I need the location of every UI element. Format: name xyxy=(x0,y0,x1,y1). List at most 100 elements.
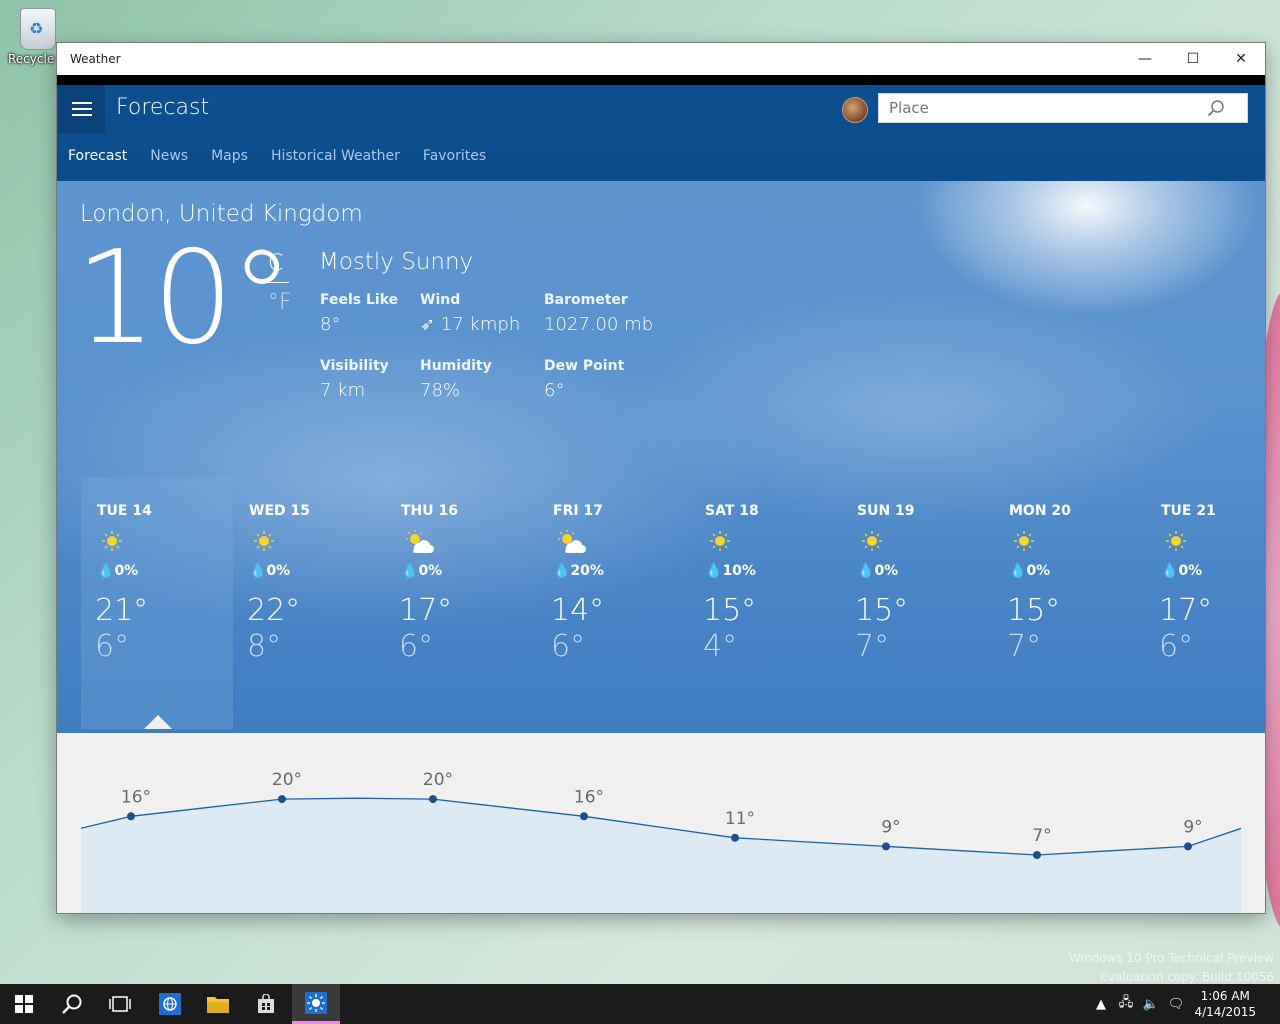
start-button[interactable] xyxy=(0,984,48,1024)
tab-news[interactable]: News xyxy=(150,148,188,164)
windows-logo-icon xyxy=(15,995,33,1013)
high-temperature: 15° xyxy=(1007,593,1061,628)
hourly-point[interactable] xyxy=(882,842,890,851)
weather-window: Weather — ☐ ✕ Forecast Forecast News Map… xyxy=(57,43,1265,913)
taskbar-clock[interactable]: 1:06 AM 4/14/2015 xyxy=(1194,988,1256,1020)
rain-value: 0% xyxy=(874,563,899,579)
high-temperature: 15° xyxy=(703,593,757,628)
precipitation-chance: 💧0% xyxy=(1009,563,1050,579)
tab-historical-weather[interactable]: Historical Weather xyxy=(271,148,400,164)
raindrop-icon: 💧 xyxy=(249,563,267,579)
hourly-point[interactable] xyxy=(429,795,437,804)
low-temperature: 6° xyxy=(551,629,586,664)
search-input[interactable] xyxy=(879,94,1199,122)
raindrop-icon: 💧 xyxy=(97,563,115,579)
search-icon[interactable] xyxy=(1207,99,1225,117)
user-avatar[interactable] xyxy=(842,97,868,123)
hourly-label: 20° xyxy=(423,770,453,790)
weather-taskbar-button[interactable] xyxy=(292,984,340,1024)
system-tray: ▲ 🖧 🔈 🗨 1:06 AM 4/14/2015 xyxy=(1088,984,1280,1024)
detail-label: Dew Point xyxy=(544,358,625,374)
volume-icon[interactable]: 🔈 xyxy=(1138,997,1163,1012)
raindrop-icon: 💧 xyxy=(401,563,419,579)
hourly-point[interactable] xyxy=(1184,842,1192,851)
folder-icon xyxy=(207,997,229,1013)
maximize-button[interactable]: ☐ xyxy=(1169,43,1217,75)
hourly-point[interactable] xyxy=(278,795,286,804)
store-button[interactable] xyxy=(242,984,290,1024)
title-bar[interactable]: Weather — ☐ ✕ xyxy=(57,43,1265,75)
celsius-toggle[interactable]: C xyxy=(268,251,283,276)
tab-maps[interactable]: Maps xyxy=(211,148,248,164)
network-icon[interactable]: 🖧 xyxy=(1113,993,1138,1015)
window-title: Weather xyxy=(70,52,121,66)
forecast-day[interactable]: TUE 14 💧0% 21° 6° xyxy=(81,477,233,729)
search-button[interactable] xyxy=(48,984,96,1024)
hourly-point[interactable] xyxy=(580,812,588,821)
detail-wind: Wind ➶ 17 kmph xyxy=(420,292,520,335)
sun-icon xyxy=(1165,529,1195,553)
detail-visibility: Visibility 7 km xyxy=(320,358,389,401)
tab-forecast[interactable]: Forecast xyxy=(68,148,127,164)
minimize-button[interactable]: — xyxy=(1121,43,1169,75)
hourly-point[interactable] xyxy=(731,833,739,842)
notifications-icon[interactable]: 🗨 xyxy=(1163,997,1188,1012)
forecast-day[interactable]: THU 16 💧0% 17° 6° xyxy=(385,477,537,729)
precipitation-chance: 💧0% xyxy=(249,563,290,579)
search-icon xyxy=(62,994,82,1014)
partly-cloudy-icon xyxy=(557,529,587,553)
condition-text: Mostly Sunny xyxy=(319,249,474,275)
low-temperature: 7° xyxy=(855,629,890,664)
browser-taskbar-button[interactable] xyxy=(146,984,194,1024)
precipitation-chance: 💧0% xyxy=(857,563,898,579)
task-view-button[interactable] xyxy=(96,984,144,1024)
weather-app-icon xyxy=(305,991,327,1014)
detail-value: 6° xyxy=(544,380,565,401)
low-temperature: 4° xyxy=(703,629,738,664)
day-name: SAT 18 xyxy=(705,503,759,519)
hourly-point[interactable] xyxy=(1033,851,1041,859)
forecast-day[interactable]: SAT 18 💧10% 15° 4° xyxy=(689,477,841,729)
forecast-day[interactable]: FRI 17 💧20% 14° 6° xyxy=(537,477,689,729)
precipitation-chance: 💧10% xyxy=(705,563,756,579)
detail-value: 7 km xyxy=(320,380,366,401)
sun-icon xyxy=(101,529,131,553)
close-icon: ✕ xyxy=(1235,51,1247,67)
day-name: SUN 19 xyxy=(857,503,915,519)
place-search-box[interactable] xyxy=(878,93,1248,123)
detail-dew-point: Dew Point 6° xyxy=(544,358,624,401)
minimize-icon: — xyxy=(1138,51,1152,67)
forecast-day[interactable]: SUN 19 💧0% 15° 7° xyxy=(841,477,993,729)
tab-favorites[interactable]: Favorites xyxy=(423,148,486,164)
detail-label: Feels Like xyxy=(320,292,399,308)
chevron-up-icon[interactable]: ▲ xyxy=(1088,997,1113,1012)
recycle-bin-icon: ♻ xyxy=(20,8,56,50)
fahrenheit-toggle[interactable]: °F xyxy=(268,290,292,315)
clock-date: 4/14/2015 xyxy=(1194,1005,1256,1019)
hourly-forecast-chart[interactable]: 16° 20° 20° 16° 11° 9° 7° 9° xyxy=(57,733,1265,913)
sun-icon xyxy=(709,529,739,553)
app-header: Forecast Forecast News Maps Historical W… xyxy=(57,85,1265,181)
hourly-point[interactable] xyxy=(127,812,135,821)
current-temperature: 10° xyxy=(75,224,294,373)
hourly-chart-svg: 16° 20° 20° 16° 11° 9° 7° 9° xyxy=(81,770,1241,913)
low-temperature: 6° xyxy=(95,629,130,664)
low-temperature: 8° xyxy=(247,629,282,664)
forecast-day[interactable]: WED 15 💧0% 22° 8° xyxy=(233,477,385,729)
store-bag-icon xyxy=(258,994,274,1013)
detail-barometer: Barometer 1027.00 mb xyxy=(544,292,653,335)
unit-divider xyxy=(267,282,289,283)
detail-humidity: Humidity 78% xyxy=(420,358,492,401)
high-temperature: 17° xyxy=(399,593,453,628)
file-explorer-button[interactable] xyxy=(194,984,242,1024)
raindrop-icon: 💧 xyxy=(1161,563,1179,579)
hamburger-menu-button[interactable] xyxy=(58,85,105,133)
raindrop-icon: 💧 xyxy=(1009,563,1027,579)
low-temperature: 6° xyxy=(399,629,434,664)
forecast-day[interactable]: MON 20 💧0% 15° 7° xyxy=(993,477,1145,729)
hourly-label: 9° xyxy=(881,817,900,837)
hourly-area xyxy=(81,798,1241,913)
forecast-day[interactable]: TUE 21 💧0% 17° 6° xyxy=(1145,477,1265,729)
raindrop-icon: 💧 xyxy=(705,563,723,579)
close-button[interactable]: ✕ xyxy=(1217,43,1265,75)
